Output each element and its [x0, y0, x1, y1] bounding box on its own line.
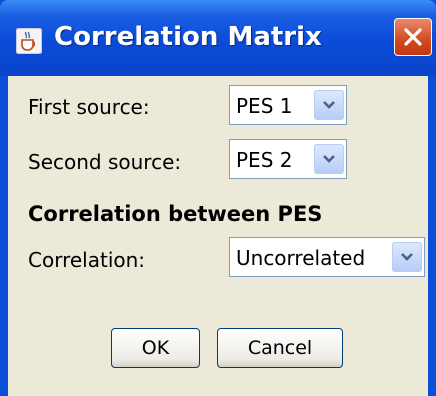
close-button[interactable]	[394, 18, 432, 56]
second-source-select[interactable]: PES 2	[229, 139, 347, 179]
correlation-select[interactable]: Uncorrelated	[229, 237, 425, 277]
cancel-button[interactable]: Cancel	[217, 328, 343, 368]
chevron-down-icon[interactable]	[392, 242, 422, 272]
first-source-label: First source:	[28, 95, 150, 119]
correlation-section-title: Correlation between PES	[28, 202, 323, 226]
chevron-down-icon[interactable]	[314, 90, 344, 120]
chevron-down-icon[interactable]	[314, 144, 344, 174]
correlation-value: Uncorrelated	[236, 246, 366, 270]
correlation-matrix-dialog: Correlation Matrix First source: PES 1 S…	[0, 0, 436, 396]
title-bar[interactable]: Correlation Matrix	[0, 0, 436, 76]
ok-button[interactable]: OK	[111, 328, 200, 368]
java-cup-icon	[15, 27, 43, 55]
correlation-label: Correlation:	[28, 248, 146, 272]
first-source-value: PES 1	[236, 94, 293, 118]
second-source-value: PES 2	[236, 148, 293, 172]
second-source-label: Second source:	[28, 150, 182, 174]
dialog-content: First source: PES 1 Second source: PES 2…	[8, 76, 428, 396]
window-title: Correlation Matrix	[54, 22, 322, 52]
close-icon	[404, 28, 422, 46]
first-source-select[interactable]: PES 1	[229, 85, 347, 125]
